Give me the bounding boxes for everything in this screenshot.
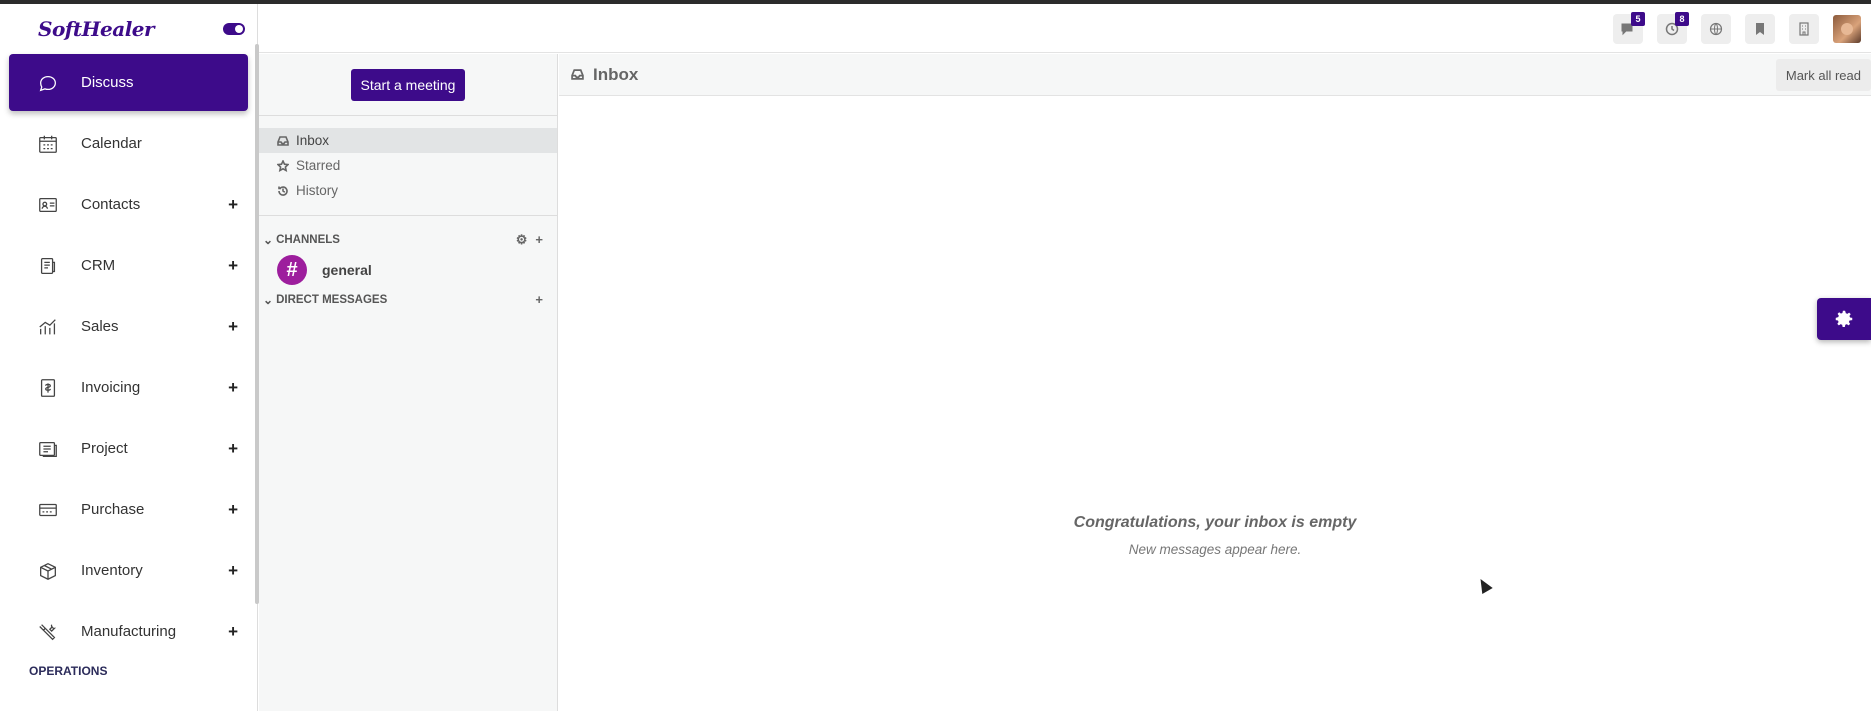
empty-inbox-message: Congratulations, your inbox is empty New… xyxy=(559,514,1871,557)
project-icon xyxy=(37,438,59,460)
add-channel-button[interactable]: + xyxy=(535,232,543,248)
menu-item-calendar[interactable]: Calendar xyxy=(9,115,248,172)
app-sidebar: SoftHealer Discuss Calendar Contacts + C… xyxy=(0,4,258,711)
menu-item-label: CRM xyxy=(81,257,116,274)
channels-header[interactable]: ⌄ CHANNELS ⚙ + xyxy=(259,228,557,252)
section-operations: OPERATIONS xyxy=(29,664,108,678)
menu-item-discuss[interactable]: Discuss xyxy=(9,54,248,111)
menu-item-label: Sales xyxy=(81,318,119,335)
chevron-down-icon: ⌄ xyxy=(263,233,274,247)
add-direct-message-button[interactable]: + xyxy=(535,292,543,307)
gear-icon[interactable]: ⚙ xyxy=(516,232,528,248)
top-navbar: 5 8 xyxy=(259,4,1871,53)
mailbox-label: Inbox xyxy=(296,133,330,148)
menu-expand-plus[interactable]: + xyxy=(228,256,238,276)
messages-count-badge: 5 xyxy=(1631,12,1645,26)
activities-count-badge: 8 xyxy=(1675,12,1689,26)
menu-item-label: Purchase xyxy=(81,501,145,518)
menu-item-label: Calendar xyxy=(81,135,142,152)
menu-item-label: Contacts xyxy=(81,196,141,213)
thread-title: Inbox xyxy=(593,64,639,84)
direct-messages-header-label: DIRECT MESSAGES xyxy=(276,294,388,306)
channel-general[interactable]: # general xyxy=(259,252,557,288)
history-icon xyxy=(278,185,288,196)
mailbox-history[interactable]: History xyxy=(259,178,557,203)
sales-icon xyxy=(37,316,59,338)
website-button[interactable] xyxy=(1701,14,1731,44)
contacts-icon xyxy=(37,194,59,216)
menu-item-manufacturing[interactable]: Manufacturing + xyxy=(9,603,248,660)
menu-item-label: Project xyxy=(81,440,128,457)
star-icon xyxy=(277,159,289,172)
menu-expand-plus[interactable]: + xyxy=(228,195,238,215)
menu-item-label: Manufacturing xyxy=(81,623,177,640)
channels-actions: ⚙ + xyxy=(516,232,543,248)
discuss-sidebar: Start a meeting Inbox Starred History ⌄ … xyxy=(259,54,558,711)
start-meeting-button[interactable]: Start a meeting xyxy=(350,68,466,101)
empty-subtitle: New messages appear here. xyxy=(1128,542,1302,557)
bookmark-button[interactable] xyxy=(1745,14,1775,44)
menu-item-project[interactable]: Project + xyxy=(9,420,248,477)
gear-icon xyxy=(1835,310,1853,327)
menu-item-inventory[interactable]: Inventory + xyxy=(9,542,248,599)
thread-header: Inbox Mark all read xyxy=(559,54,1871,96)
menu-expand-plus[interactable]: + xyxy=(228,622,238,642)
channel-name: general xyxy=(322,262,372,278)
bookmark-icon xyxy=(1756,23,1764,35)
menu-expand-plus[interactable]: + xyxy=(228,561,238,581)
brand-logo: SoftHealer xyxy=(38,17,155,41)
inbox-icon xyxy=(571,69,584,80)
direct-messages-header[interactable]: ⌄ DIRECT MESSAGES + xyxy=(259,288,557,312)
building-icon xyxy=(1799,22,1809,36)
menu-expand-plus[interactable]: + xyxy=(228,500,238,520)
company-button[interactable] xyxy=(1789,14,1819,44)
menu-expand-plus[interactable]: + xyxy=(228,439,238,459)
crm-icon xyxy=(37,255,59,277)
purchase-icon xyxy=(37,499,59,521)
menu-item-label: Discuss xyxy=(81,74,134,91)
menu-item-sales[interactable]: Sales + xyxy=(9,298,248,355)
mailbox-inbox[interactable]: Inbox xyxy=(259,128,557,153)
activities-button[interactable]: 8 xyxy=(1657,12,1689,44)
menu-item-crm[interactable]: CRM + xyxy=(9,237,248,294)
mailbox-list: Inbox Starred History xyxy=(259,116,557,216)
menu-item-invoicing[interactable]: Invoicing + xyxy=(9,359,248,416)
globe-icon xyxy=(1709,22,1723,36)
mailbox-starred[interactable]: Starred xyxy=(259,153,557,178)
menu-item-label: Invoicing xyxy=(81,379,141,396)
chat-icon xyxy=(37,72,59,94)
settings-float-button[interactable] xyxy=(1817,298,1871,340)
menu-item-purchase[interactable]: Purchase + xyxy=(9,481,248,538)
app-menu: Discuss Calendar Contacts + CRM + Sales … xyxy=(0,54,257,660)
channels-header-label: CHANNELS xyxy=(276,234,340,246)
mailbox-label: Starred xyxy=(296,158,341,173)
brand-row: SoftHealer xyxy=(0,4,257,54)
thread-view: Inbox Mark all read Congratulations, you… xyxy=(559,54,1871,711)
meeting-area: Start a meeting xyxy=(259,54,557,116)
direct-messages-actions: + xyxy=(535,292,543,307)
inbox-icon xyxy=(277,135,289,146)
sidebar-toggle[interactable] xyxy=(223,23,245,35)
manufacturing-icon xyxy=(37,621,59,643)
invoicing-icon xyxy=(37,377,59,399)
mark-all-read-button[interactable]: Mark all read xyxy=(1775,59,1871,91)
menu-expand-plus[interactable]: + xyxy=(228,317,238,337)
calendar-icon xyxy=(37,133,59,155)
channel-avatar: # xyxy=(277,255,307,285)
systray: 5 8 xyxy=(1613,12,1861,44)
menu-expand-plus[interactable]: + xyxy=(228,378,238,398)
inventory-icon xyxy=(37,560,59,582)
messages-button[interactable]: 5 xyxy=(1613,12,1645,44)
user-avatar[interactable] xyxy=(1833,15,1861,43)
menu-item-label: Inventory xyxy=(81,562,143,579)
menu-item-contacts[interactable]: Contacts + xyxy=(9,176,248,233)
chevron-down-icon: ⌄ xyxy=(263,293,274,307)
empty-title: Congratulations, your inbox is empty xyxy=(1073,514,1357,531)
mailbox-label: History xyxy=(296,183,339,198)
